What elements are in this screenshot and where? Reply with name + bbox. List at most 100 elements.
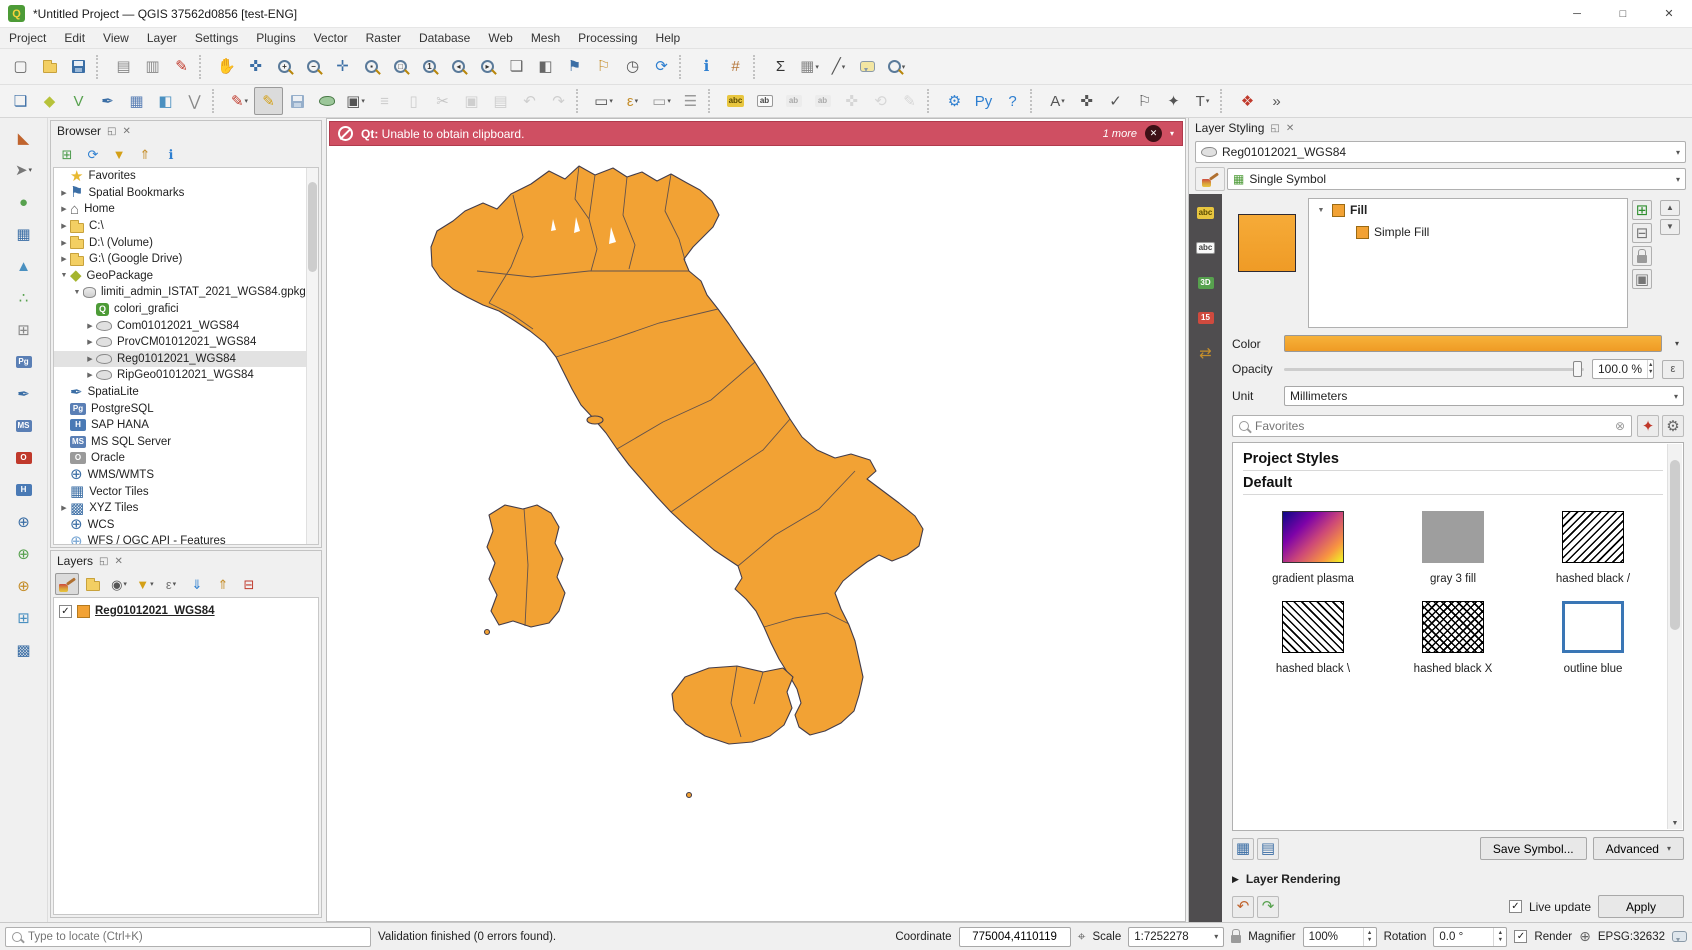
spin-up-icon[interactable]: ▲ (1498, 930, 1503, 937)
style-options-button[interactable]: ⚙ (1662, 415, 1684, 437)
add-raster-layer-button[interactable]: ▦ (9, 220, 38, 248)
show-spatial-bookmarks-button[interactable]: ⚐ (589, 53, 618, 81)
pan-map-button[interactable]: ✋ (212, 53, 241, 81)
browser-item-sap-hana[interactable]: HSAP HANA (54, 417, 318, 434)
diagrams-tab-button[interactable]: 15 (1193, 307, 1219, 329)
elba-island[interactable] (587, 416, 603, 424)
minimize-button[interactable]: ─ (1554, 0, 1600, 28)
rotation-spinbox[interactable]: 0.0 ° ▲▼ (1433, 927, 1507, 947)
new-mesh-layer-button[interactable]: ◧ (151, 87, 180, 115)
browser-item-limiti-admin-istat-2021-wgs84-gpkg[interactable]: ▼limiti_admin_ISTAT_2021_WGS84.gpkg (54, 284, 318, 301)
spin-up-icon[interactable]: ▲ (1648, 362, 1653, 369)
browser-item-wms-wmts[interactable]: ⊕WMS/WMTS (54, 467, 318, 484)
redo-button[interactable]: ↷ (544, 87, 573, 115)
browser-item-spatialite[interactable]: ✒SpatiaLite (54, 384, 318, 401)
close-panel-icon[interactable]: ✕ (1286, 123, 1294, 134)
spin-down-icon[interactable]: ▼ (1498, 937, 1503, 944)
remove-layer-button[interactable]: ⊟ (237, 573, 261, 595)
close-button[interactable]: ✕ (1646, 0, 1692, 28)
apply-button[interactable]: Apply (1598, 895, 1684, 918)
html-annotation-button[interactable]: ⚐ (1130, 87, 1159, 115)
add-polygon-feature-button[interactable] (312, 87, 341, 115)
view-3d-tab-button[interactable]: 3D (1193, 272, 1219, 294)
help-contents-button[interactable]: ? (998, 87, 1027, 115)
add-wms-layer-button[interactable]: ⊕ (9, 508, 38, 536)
add-mssql-layer-button[interactable]: MS (9, 412, 38, 440)
style-outline-blue[interactable]: outline blue (1523, 601, 1663, 675)
magnifier-spinbox[interactable]: 100% ▲▼ (1303, 927, 1377, 947)
add-mesh-layer-button[interactable]: ▲ (9, 252, 38, 280)
more-messages-link[interactable]: 1 more (1103, 128, 1137, 140)
refresh-browser-button[interactable]: ⟳ (81, 143, 105, 165)
browser-item-ripgeo01012021-wgs84[interactable]: ▶RipGeo01012021_WGS84 (54, 367, 318, 384)
menu-help[interactable]: Help (647, 29, 690, 47)
expand-arrow-icon[interactable]: ▶ (58, 239, 70, 247)
browser-item-ms-sql-server[interactable]: MSMS SQL Server (54, 434, 318, 451)
new-gpx-layer-button[interactable]: ⋁ (180, 87, 209, 115)
layer-labeling-button[interactable]: abc (721, 87, 750, 115)
browser-scrollbar[interactable] (306, 168, 318, 544)
add-vector-tile-layer-button[interactable]: ▩ (9, 636, 38, 664)
add-delimited-text-layer-button[interactable]: ⊞ (9, 316, 38, 344)
menu-database[interactable]: Database (410, 29, 479, 47)
pin-labels-button[interactable]: ab (779, 87, 808, 115)
open-project-button[interactable] (35, 53, 64, 81)
history-tab-button[interactable]: ⇄ (1193, 342, 1219, 364)
layer-visibility-checkbox[interactable] (59, 605, 72, 618)
deselect-all-button[interactable]: ▭▾ (647, 87, 676, 115)
style-gray-3-fill[interactable]: gray 3 fill (1383, 511, 1523, 585)
menu-vector[interactable]: Vector (305, 29, 357, 47)
add-hana-layer-button[interactable]: H (9, 476, 38, 504)
opacity-spinbox[interactable]: 100.0 % ▲▼ (1592, 359, 1654, 379)
vertex-tool-button[interactable]: ▣▾ (341, 87, 370, 115)
paste-features-button[interactable]: ▤ (486, 87, 515, 115)
move-symbol-up-button[interactable]: ▲ (1660, 200, 1680, 216)
add-point-cloud-layer-button[interactable]: ∴ (9, 284, 38, 312)
measure-line-button[interactable]: ╱▾ (824, 53, 853, 81)
label-highlight-button[interactable]: ab (750, 87, 779, 115)
expand-arrow-icon[interactable]: ▶ (84, 322, 96, 330)
toggle-editing-button[interactable]: ✎ (254, 87, 283, 115)
italy-mainland[interactable] (431, 166, 923, 735)
add-selected-layers-button[interactable]: ⊞ (55, 143, 79, 165)
select-by-expression-button[interactable]: ε▾ (618, 87, 647, 115)
rotate-label-button[interactable]: ⟲ (866, 87, 895, 115)
lock-symbol-layer-button[interactable] (1632, 246, 1652, 266)
browser-item-com01012021-wgs84[interactable]: ▶Com01012021_WGS84 (54, 317, 318, 334)
add-vector-layer-button[interactable]: ● (9, 188, 38, 216)
style-gradient-plasma[interactable]: gradient plasma (1243, 511, 1383, 585)
epsg-status[interactable]: EPSG:32632 (1598, 931, 1665, 943)
new-print-layout-button[interactable]: ▤ (109, 53, 138, 81)
browser-properties-button[interactable]: ℹ (159, 143, 183, 165)
browser-item-wfs-ogc-api-features[interactable]: ⊕WFS / OGC API - Features (54, 533, 318, 545)
identify-features-button[interactable]: ℹ (692, 53, 721, 81)
menu-settings[interactable]: Settings (186, 29, 247, 47)
add-group-button[interactable] (81, 573, 105, 595)
new-3d-map-view-button[interactable]: ◧ (531, 53, 560, 81)
form-annotation-button[interactable]: ✓ (1101, 87, 1130, 115)
collapse-all-button[interactable]: ⇑ (133, 143, 157, 165)
filter-legend-button[interactable]: ▼▾ (133, 573, 157, 595)
browser-item-favorites[interactable]: ★Favorites (54, 168, 318, 185)
python-console-button[interactable]: Py (969, 87, 998, 115)
select-by-value-button[interactable]: ☰ (676, 87, 705, 115)
layout-manager-button[interactable]: ▥ (138, 53, 167, 81)
expand-arrow-icon[interactable]: ▶ (1232, 874, 1239, 885)
browser-item-d-volume[interactable]: ▶D:\ (Volume) (54, 234, 318, 251)
browser-item-provcm01012021-wgs84[interactable]: ▶ProvCM01012021_WGS84 (54, 334, 318, 351)
browser-item-vector-tiles[interactable]: ▦Vector Tiles (54, 483, 318, 500)
search-features-button[interactable]: ▾ (882, 53, 911, 81)
clear-search-icon[interactable]: ⊗ (1615, 419, 1625, 433)
lock-scale-icon[interactable] (1231, 930, 1241, 943)
menu-edit[interactable]: Edit (55, 29, 94, 47)
render-checkbox[interactable] (1514, 930, 1527, 943)
maximize-button[interactable]: □ (1600, 0, 1646, 28)
style-search-input[interactable] (1255, 419, 1609, 433)
float-panel-icon[interactable]: ◱ (99, 556, 108, 567)
svg-annotation-button[interactable]: ✦ (1159, 87, 1188, 115)
collapse-all-layers-button[interactable]: ⇑ (211, 573, 235, 595)
cut-features-button[interactable]: ✂ (428, 87, 457, 115)
new-project-button[interactable]: ▢ (6, 53, 35, 81)
map-tips-button[interactable] (853, 53, 882, 81)
pantelleria-island[interactable] (687, 793, 692, 798)
